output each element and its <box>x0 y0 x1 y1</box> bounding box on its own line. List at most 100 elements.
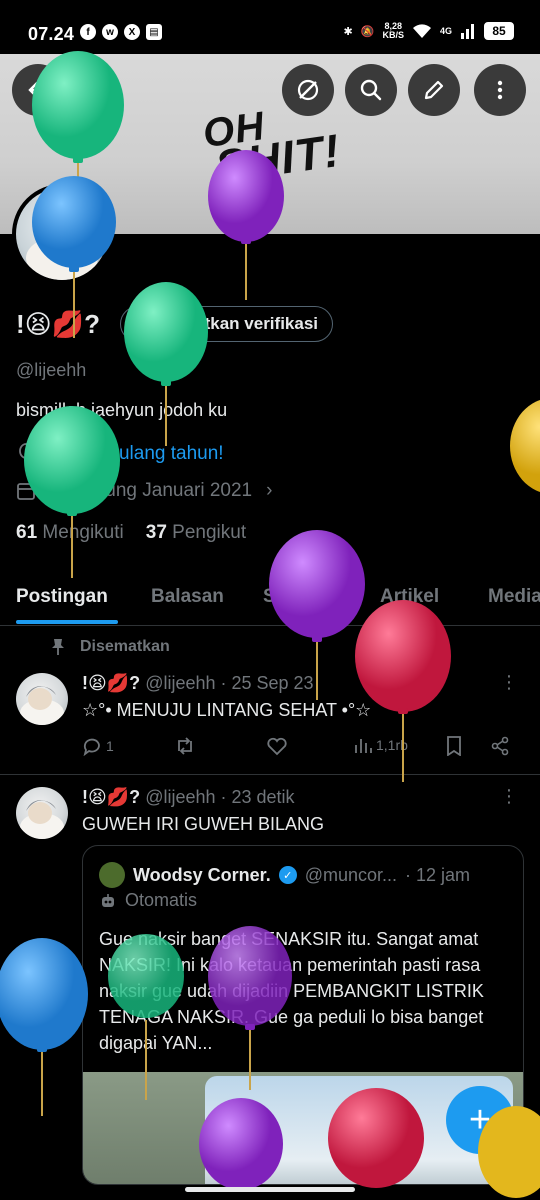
post-author-name[interactable]: !😫💋? <box>82 787 140 807</box>
network-type: 4G <box>439 26 452 36</box>
compose-post-button[interactable]: + <box>446 1086 514 1154</box>
x-icon: X <box>124 24 140 40</box>
notification-icons: f w X ▤ <box>80 24 162 40</box>
status-time: 07.24 <box>28 24 75 44</box>
post-meta: @lijeehh · 25 Sep 23 <box>145 673 314 693</box>
post-avatar-image <box>20 800 64 839</box>
bookmark-icon <box>447 736 461 756</box>
post-more-button[interactable]: ⋮ <box>500 672 518 693</box>
profile-name-row: !😫💋? ✓ Dapatkan verifikasi <box>16 306 333 342</box>
plus-icon: + <box>468 1098 492 1141</box>
automated-text: Otomatis <box>125 890 198 910</box>
quoted-author-name: Woodsy Corner. <box>133 864 271 885</box>
following-link[interactable]: 61 Mengikuti <box>16 522 124 544</box>
edit-profile-button[interactable] <box>408 64 460 116</box>
profile-avatar[interactable] <box>12 184 112 284</box>
post-actions: 1 1,1rb <box>82 736 522 760</box>
pin-icon <box>52 639 64 655</box>
wifi-icon <box>412 24 431 38</box>
followers-label: Pengikut <box>172 522 247 543</box>
robot-icon <box>102 893 114 907</box>
post-header: !😫💋? @lijeehh · 23 detik <box>82 787 295 808</box>
post-text: ☆°• MENUJU LINTANG SEHAT •°☆ <box>82 700 372 720</box>
status-right: ✱ 🔕 8,28 KB/S 4G 85 <box>344 22 514 40</box>
post-text: GUWEH IRI GUWEH BILANG <box>82 814 325 834</box>
more-vertical-icon <box>497 80 503 100</box>
profile-bio: bismillah jaehyun jodoh ku <box>16 400 228 420</box>
display-name: !😫💋? <box>16 308 101 339</box>
followers-count: 37 <box>145 522 167 543</box>
follow-stats: 61 Mengikuti 37 Pengikut <box>16 522 246 544</box>
repost-icon <box>178 737 192 755</box>
automated-label: Otomatis <box>99 890 197 911</box>
tab-posts[interactable]: Postingan <box>16 586 108 608</box>
signal-icon <box>461 24 474 39</box>
search-icon <box>360 79 382 101</box>
active-tab-indicator <box>16 620 118 624</box>
views-button[interactable]: 1,1rb <box>354 736 408 754</box>
balloon-blue <box>0 938 88 1116</box>
pinned-text: Disematkan <box>80 638 170 655</box>
net-speed-unit: KB/S <box>382 30 404 40</box>
post-divider <box>0 774 540 775</box>
pencil-icon <box>424 80 444 100</box>
balloon-yellow <box>510 400 540 492</box>
home-indicator[interactable] <box>185 1187 355 1192</box>
post-more-button[interactable]: ⋮ <box>500 786 518 807</box>
tab-highlights[interactable]: Sorotan <box>263 586 335 608</box>
more-options-button[interactable] <box>474 64 526 116</box>
quoted-author-handle: @muncor... <box>304 864 398 885</box>
get-verified-button[interactable]: ✓ Dapatkan verifikasi <box>120 306 333 342</box>
pinned-label: Disematkan <box>50 638 170 656</box>
post-avatar-image <box>20 686 64 725</box>
profile-handle: @lijeehh <box>16 360 87 380</box>
status-bar: 07.24 f w X ▤ ✱ 🔕 8,28 KB/S 4G 85 <box>0 0 540 54</box>
quoted-post-text: Gue naksir banget SENAKSIR itu. Sangat a… <box>99 929 484 1053</box>
reply-icon <box>83 738 100 756</box>
net-speed: 8,28 KB/S <box>382 22 404 40</box>
like-button[interactable] <box>266 736 288 756</box>
following-label: Mengikuti <box>42 522 124 543</box>
share-button[interactable] <box>490 736 510 756</box>
grok-button[interactable] <box>282 64 334 116</box>
quoted-post-header: Woodsy Corner. ✓ @muncor... · 12 jam <box>99 862 470 888</box>
quoted-author-avatar <box>99 862 125 888</box>
post-avatar[interactable] <box>16 673 68 725</box>
views-icon <box>355 739 372 753</box>
birthday-row: Selamat ulang tahun! <box>16 443 224 465</box>
tab-articles[interactable]: Artikel <box>380 586 439 608</box>
verified-badge-icon: ✓ <box>278 866 297 884</box>
joined-row[interactable]: Bergabung Januari 2021 › <box>16 480 272 502</box>
grok-icon <box>297 79 319 101</box>
banner-text-line2: SHIT! <box>212 123 344 193</box>
battery-indicator: 85 <box>484 22 514 40</box>
calendar-icon <box>17 483 35 500</box>
search-button[interactable] <box>345 64 397 116</box>
post-avatar[interactable] <box>16 787 68 839</box>
quoted-post-time: · 12 jam <box>405 864 471 885</box>
tab-media[interactable]: Media <box>488 586 540 608</box>
whatsapp-icon: w <box>102 24 118 40</box>
profile-tabs: Postingan Balasan Sorotan Artikel Media <box>0 576 540 626</box>
verified-badge-icon: ✓ <box>135 314 156 334</box>
get-verified-label: Dapatkan verifikasi <box>163 314 318 333</box>
reply-button[interactable]: 1 <box>82 736 114 756</box>
back-button[interactable] <box>12 64 64 116</box>
followers-link[interactable]: 37 Pengikut <box>146 522 246 544</box>
reply-count: 1 <box>106 738 114 754</box>
tab-replies[interactable]: Balasan <box>151 586 224 608</box>
balloon-icon <box>19 443 33 464</box>
repost-button[interactable] <box>174 736 196 756</box>
bluetooth-icon: ✱ <box>343 25 353 38</box>
heart-icon <box>267 737 287 756</box>
post-author-name[interactable]: !😫💋? <box>82 673 140 693</box>
post-header: !😫💋? @lijeehh · 25 Sep 23 <box>82 673 314 694</box>
birthday-text[interactable]: Selamat ulang tahun! <box>44 443 224 465</box>
news-icon: ▤ <box>146 24 162 40</box>
views-count: 1,1rb <box>376 737 408 753</box>
chevron-right-icon: › <box>266 480 273 501</box>
arrow-left-icon <box>28 81 48 99</box>
mute-icon: 🔕 <box>360 25 375 38</box>
bookmark-button[interactable] <box>446 736 462 756</box>
share-icon <box>491 736 509 756</box>
